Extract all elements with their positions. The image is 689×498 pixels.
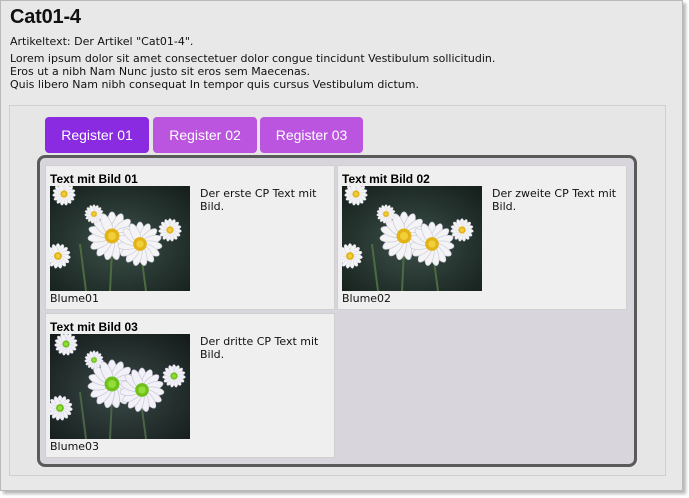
lorem-paragraph: Lorem ipsum dolor sit amet consectetuer …: [10, 52, 495, 91]
tab-register-03[interactable]: Register 03: [260, 117, 363, 153]
page-title: Cat01-4: [10, 6, 81, 28]
lorem-line: Quis libero Nam nibh consequat In tempor…: [10, 78, 419, 91]
lorem-line: Lorem ipsum dolor sit amet consectetuer …: [10, 52, 496, 65]
image-caption: Blume01: [50, 292, 100, 305]
text-image-card: Text mit Bild 02 Der zweite CP Text mit …: [337, 165, 627, 310]
card-title: Text mit Bild 01: [50, 172, 138, 186]
text-image-card: Text mit Bild 01 Der erste CP Text mit B…: [45, 165, 335, 310]
article-text: Artikeltext: Der Artikel "Cat01-4".: [10, 35, 194, 48]
tab-register-02[interactable]: Register 02: [153, 117, 257, 153]
text-image-card: Text mit Bild 03 Der dritte CP Text mit …: [45, 313, 335, 458]
card-title: Text mit Bild 03: [50, 320, 138, 334]
image-caption: Blume03: [50, 440, 100, 453]
lorem-line: Eros ut a nibh Nam Nunc justo sit eros s…: [10, 65, 310, 78]
daisy-flowers-image: [342, 186, 482, 291]
card-text: Der erste CP Text mit Bild.: [200, 187, 317, 213]
tab-register-01[interactable]: Register 01: [45, 117, 149, 153]
card-text: Der zweite CP Text mit Bild.: [492, 187, 617, 213]
card-title: Text mit Bild 02: [342, 172, 430, 186]
daisy-flowers-image: [50, 334, 190, 439]
daisy-flowers-image: [50, 186, 190, 291]
image-caption: Blume02: [342, 292, 392, 305]
card-text: Der dritte CP Text mit Bild.: [200, 335, 319, 361]
